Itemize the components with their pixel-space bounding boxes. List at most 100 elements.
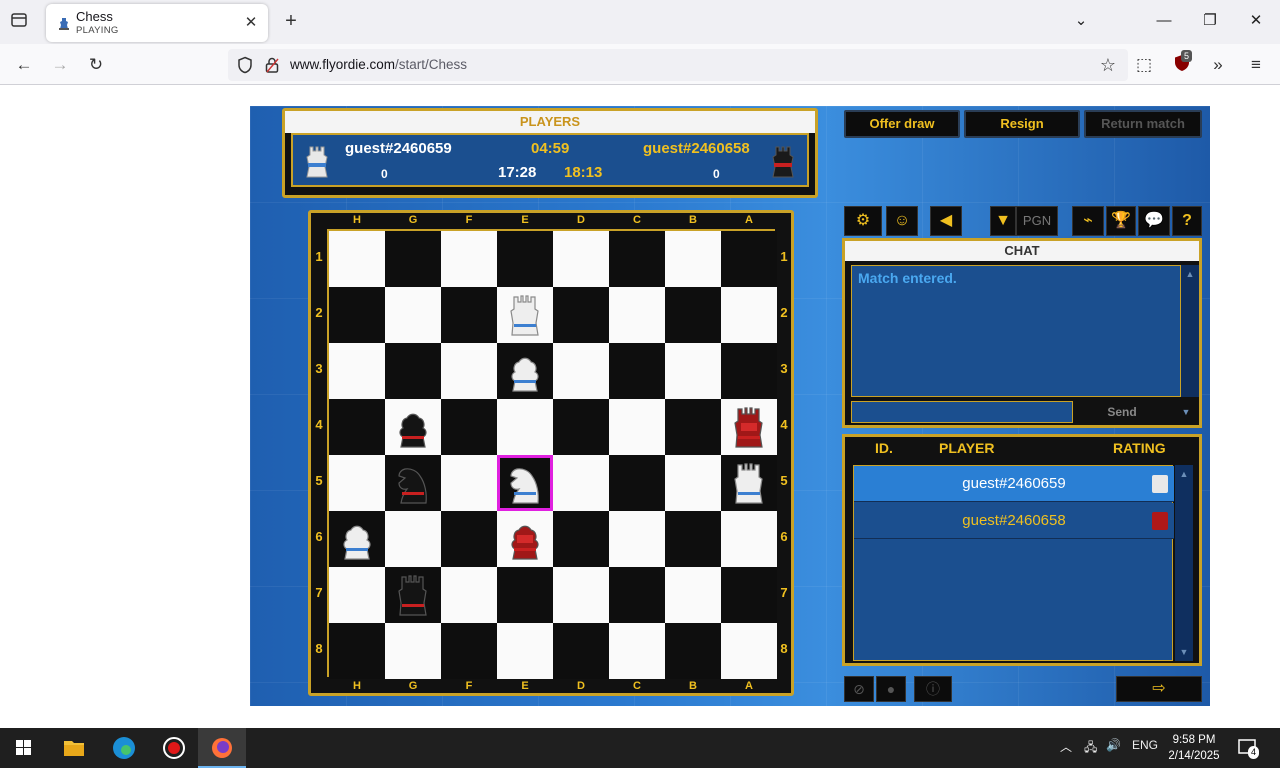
white-pawn-icon[interactable]: [503, 347, 547, 395]
square-d5[interactable]: [553, 455, 609, 511]
square-b4[interactable]: [665, 399, 721, 455]
chat-send-button[interactable]: Send: [1073, 401, 1171, 423]
forward-icon[interactable]: →: [48, 53, 72, 77]
exit-icon[interactable]: ⇨: [1116, 676, 1202, 702]
square-b5[interactable]: [665, 455, 721, 511]
square-h6[interactable]: [329, 511, 385, 567]
file-explorer-icon[interactable]: [50, 728, 98, 768]
square-e8[interactable]: [497, 623, 553, 679]
square-a1[interactable]: [721, 231, 777, 287]
back-icon[interactable]: ←: [12, 53, 36, 77]
language-indicator[interactable]: ENG: [1132, 738, 1158, 752]
square-c5[interactable]: [609, 455, 665, 511]
help-icon[interactable]: ?: [1172, 206, 1202, 236]
column-id[interactable]: ID.: [875, 440, 893, 456]
browser-tab[interactable]: Chess PLAYING ✕: [46, 4, 268, 42]
red-rook-icon[interactable]: [727, 403, 771, 451]
square-a4[interactable]: [721, 399, 777, 455]
square-f1[interactable]: [441, 231, 497, 287]
square-e1[interactable]: [497, 231, 553, 287]
square-h1[interactable]: [329, 231, 385, 287]
column-rating[interactable]: RATING: [1113, 440, 1166, 456]
white-rook-icon[interactable]: [727, 459, 771, 507]
square-g5[interactable]: [385, 455, 441, 511]
trophy-icon[interactable]: 🏆: [1106, 206, 1136, 236]
square-d6[interactable]: [553, 511, 609, 567]
chessboard[interactable]: [327, 229, 777, 679]
square-e6[interactable]: [497, 511, 553, 567]
square-h5[interactable]: [329, 455, 385, 511]
square-c4[interactable]: [609, 399, 665, 455]
column-player[interactable]: PLAYER: [939, 440, 995, 456]
offer-draw-button[interactable]: Offer draw: [844, 110, 960, 138]
square-a5[interactable]: [721, 455, 777, 511]
square-d8[interactable]: [553, 623, 609, 679]
lock-icon[interactable]: [264, 56, 280, 74]
square-d2[interactable]: [553, 287, 609, 343]
player-list-scrollbar[interactable]: ▲ ▼: [1175, 465, 1193, 661]
square-b7[interactable]: [665, 567, 721, 623]
player-list-row[interactable]: guest#2460659: [854, 466, 1174, 502]
square-f7[interactable]: [441, 567, 497, 623]
menu-icon[interactable]: ≡: [1244, 53, 1268, 77]
white-pawn-icon[interactable]: [335, 515, 379, 563]
square-f3[interactable]: [441, 343, 497, 399]
player-list-row[interactable]: guest#2460658: [854, 503, 1174, 539]
clock[interactable]: 9:58 PM 2/14/2025: [1158, 732, 1230, 764]
square-b1[interactable]: [665, 231, 721, 287]
square-d1[interactable]: [553, 231, 609, 287]
firefox-icon[interactable]: [198, 728, 246, 768]
square-e2[interactable]: [497, 287, 553, 343]
chat-input[interactable]: [851, 401, 1073, 423]
square-c7[interactable]: [609, 567, 665, 623]
speech-bubble-icon[interactable]: 💬: [1138, 206, 1170, 236]
square-b6[interactable]: [665, 511, 721, 567]
square-g8[interactable]: [385, 623, 441, 679]
square-h3[interactable]: [329, 343, 385, 399]
pgn-button[interactable]: PGN: [1016, 206, 1058, 236]
new-tab-icon[interactable]: +: [280, 10, 302, 32]
square-f2[interactable]: [441, 287, 497, 343]
settings-gear-icon[interactable]: ⚙: [844, 206, 882, 236]
square-e3[interactable]: [497, 343, 553, 399]
shoe-icon[interactable]: ⌁: [1072, 206, 1104, 236]
square-g6[interactable]: [385, 511, 441, 567]
block-icon[interactable]: ⊘: [844, 676, 874, 702]
return-match-button[interactable]: Return match: [1084, 110, 1202, 138]
square-f8[interactable]: [441, 623, 497, 679]
square-h8[interactable]: [329, 623, 385, 679]
square-e5[interactable]: [497, 455, 553, 511]
black-knight-icon[interactable]: [391, 459, 435, 507]
black-rook-icon[interactable]: [391, 571, 435, 619]
tab-overflow-chevron-icon[interactable]: ⌄: [1070, 10, 1092, 32]
volume-icon[interactable]: 🔊: [1106, 738, 1121, 752]
chat-scroll-down-icon[interactable]: ▼: [1173, 401, 1199, 423]
notifications-icon[interactable]: 4: [1236, 736, 1260, 760]
more-tools-chevron-icon[interactable]: »: [1206, 53, 1230, 77]
square-b2[interactable]: [665, 287, 721, 343]
tab-list-icon[interactable]: [8, 11, 30, 33]
white-rook-icon[interactable]: [503, 291, 547, 339]
square-d7[interactable]: [553, 567, 609, 623]
bookmark-star-icon[interactable]: ☆: [1100, 55, 1116, 76]
record-app-icon[interactable]: [150, 728, 198, 768]
square-c3[interactable]: [609, 343, 665, 399]
square-g1[interactable]: [385, 231, 441, 287]
square-c1[interactable]: [609, 231, 665, 287]
square-d3[interactable]: [553, 343, 609, 399]
square-c6[interactable]: [609, 511, 665, 567]
square-g4[interactable]: [385, 399, 441, 455]
square-g3[interactable]: [385, 343, 441, 399]
emoticon-icon[interactable]: ☺: [886, 206, 918, 236]
square-b3[interactable]: [665, 343, 721, 399]
red-pawn-icon[interactable]: [503, 515, 547, 563]
black-pawn-icon[interactable]: [391, 403, 435, 451]
square-g2[interactable]: [385, 287, 441, 343]
white-knight-icon[interactable]: [503, 459, 547, 507]
square-a6[interactable]: [721, 511, 777, 567]
extensions-icon[interactable]: ⬚: [1132, 53, 1156, 77]
minimize-icon[interactable]: —: [1153, 10, 1175, 32]
reload-icon[interactable]: ↻: [84, 53, 108, 77]
windows-start-icon[interactable]: [0, 728, 48, 768]
info-icon[interactable]: ⓘ: [914, 676, 952, 702]
